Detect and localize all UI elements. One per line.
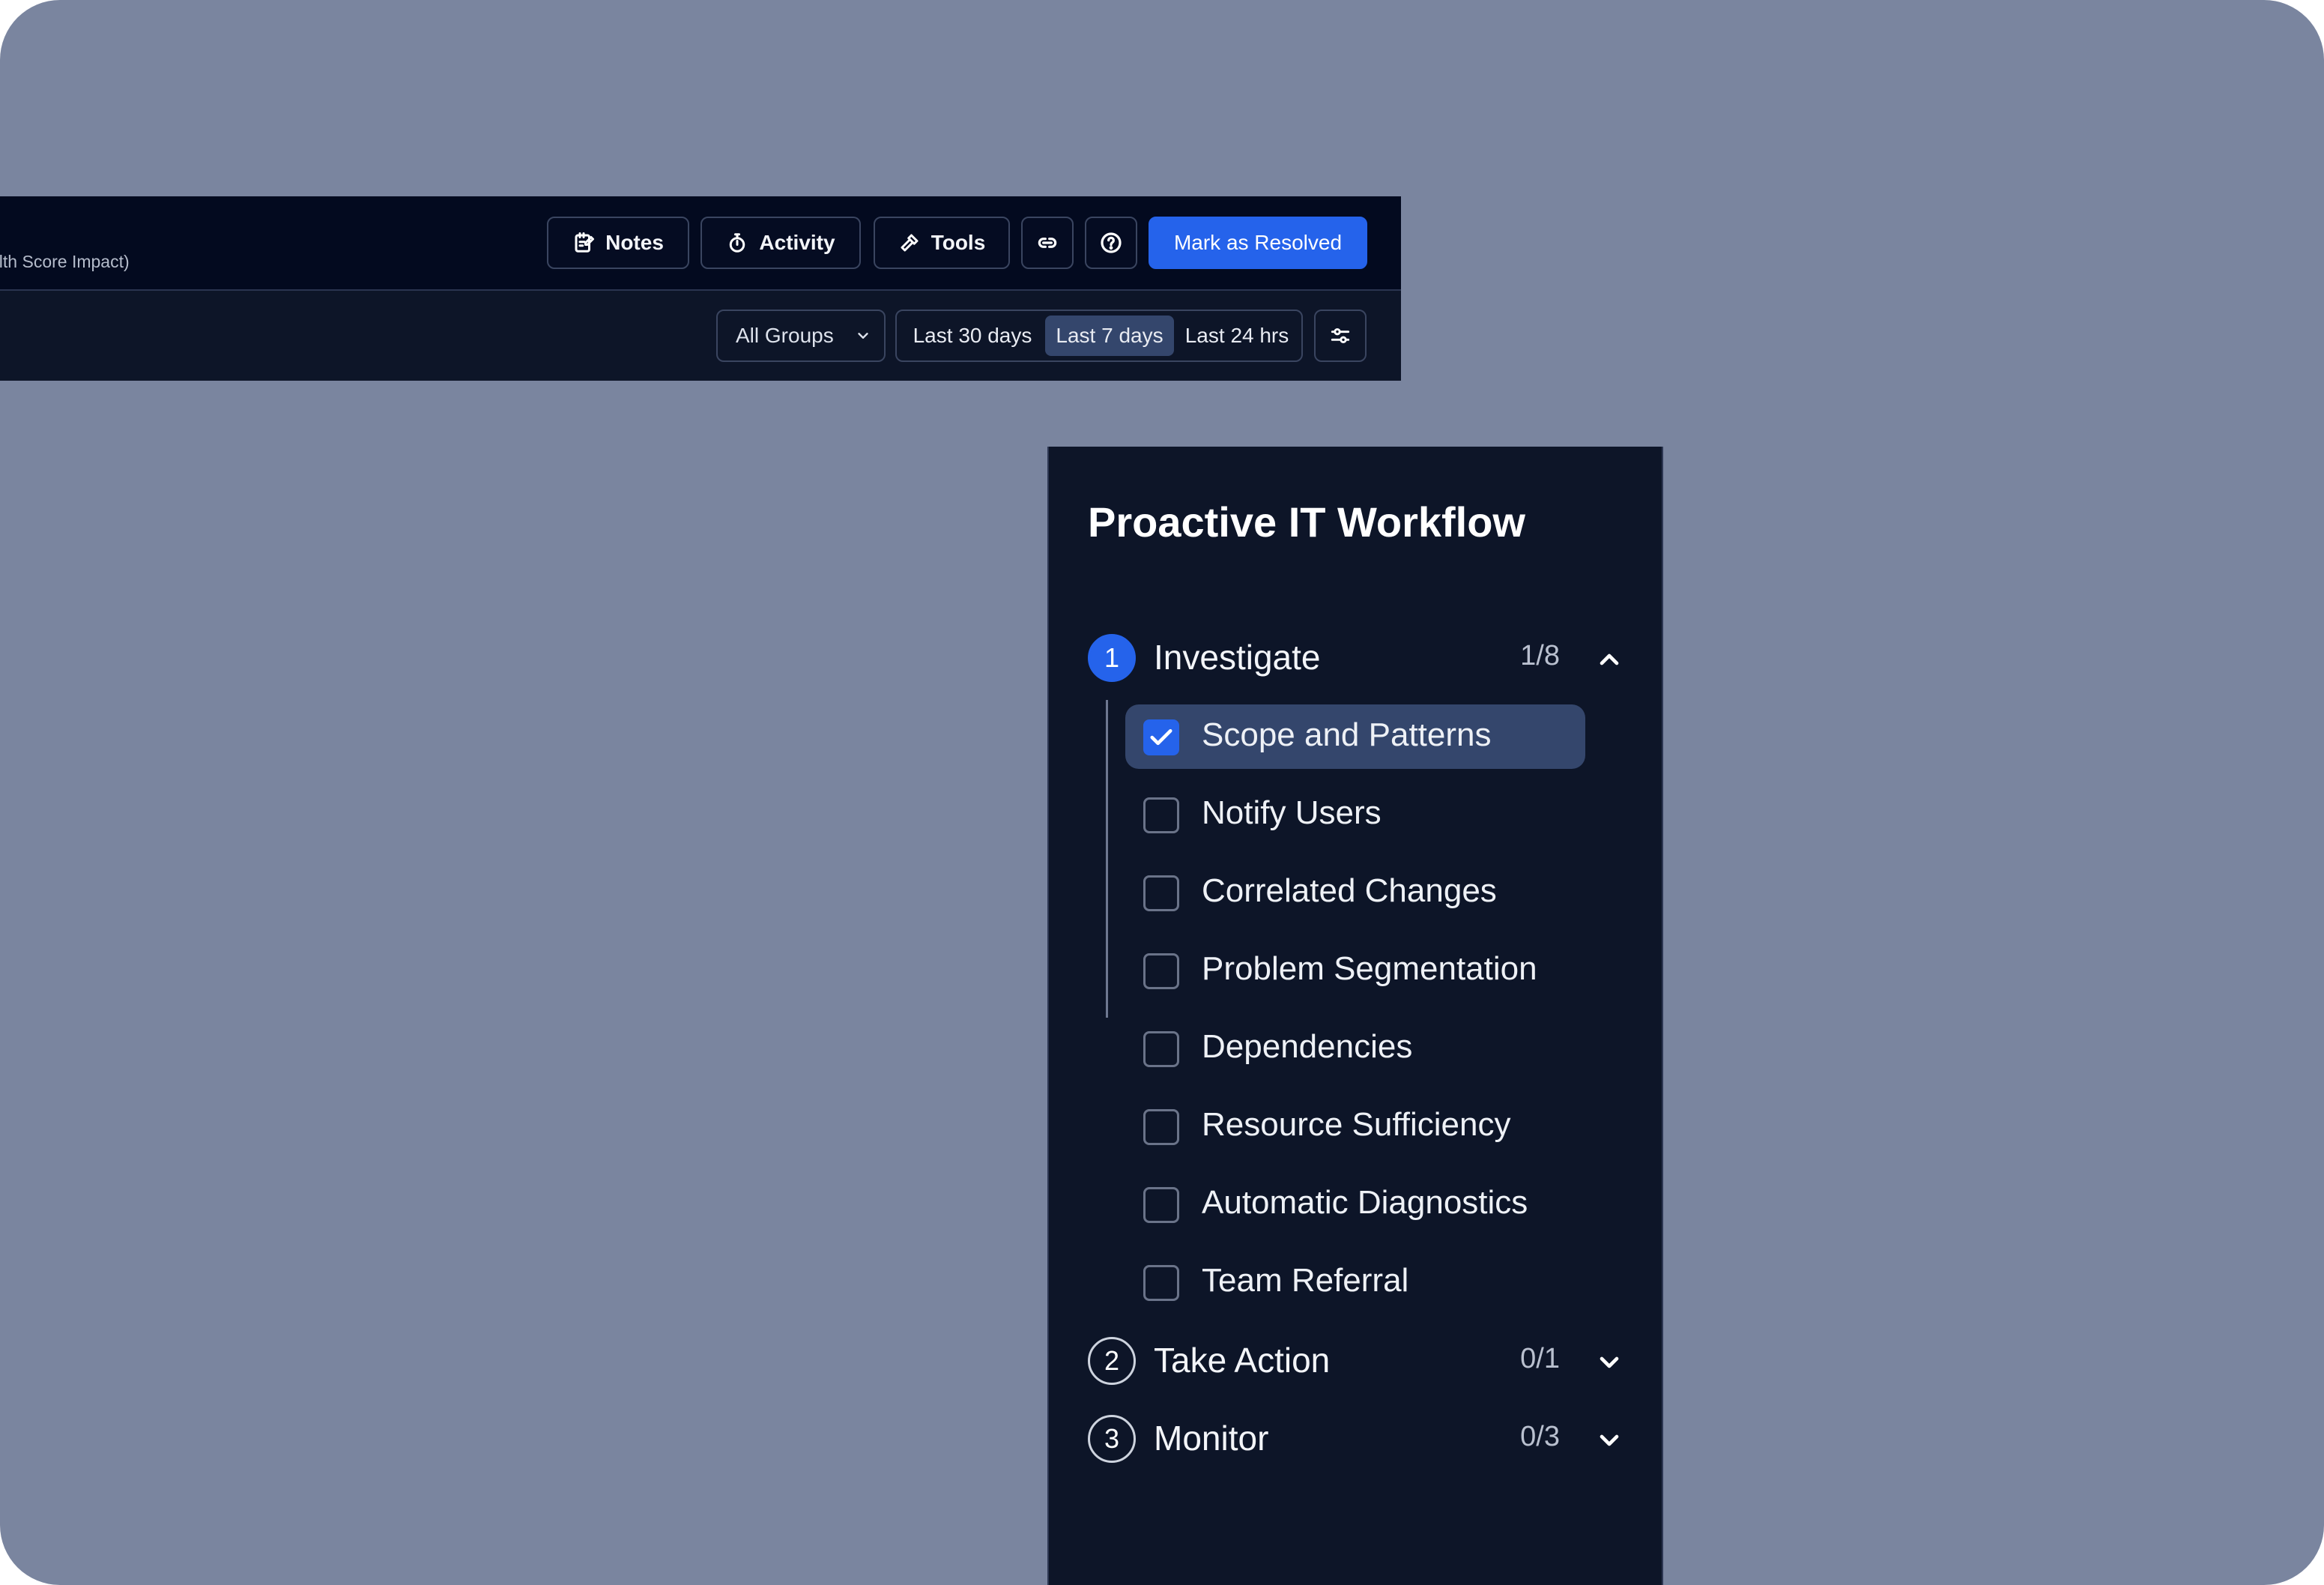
stage-progress: 1/8 [1520,640,1560,671]
link-icon [1038,238,1057,248]
task-checkbox[interactable] [1143,1265,1179,1301]
notes-icon [575,232,595,253]
range-last-30-days[interactable]: Last 30 days [901,316,1044,356]
link-button[interactable] [1021,217,1074,269]
stage-number: 2 [1088,1337,1136,1385]
workflow-panel: Proactive IT Workflow 1 Investigate 1/8 … [1047,447,1663,1585]
chevron-down-icon[interactable] [1594,1347,1624,1377]
stage-label: Monitor [1154,1419,1269,1458]
workflow-title: Proactive IT Workflow [1088,498,1525,546]
stage-number: 3 [1088,1415,1136,1463]
task-label: Resource Sufficiency [1202,1106,1511,1143]
task-label: Team Referral [1202,1262,1409,1299]
task-dependencies[interactable]: Dependencies [1125,1016,1585,1081]
task-resource-sufficiency[interactable]: Resource Sufficiency [1125,1094,1585,1159]
tools-label: Tools [930,231,986,254]
task-label: Scope and Patterns [1202,716,1492,753]
task-checkbox[interactable] [1143,797,1179,833]
stage-take-action[interactable]: 2 Take Action 0/1 [1088,1337,1627,1388]
stage-investigate[interactable]: 1 Investigate 1/8 [1088,634,1627,685]
chevron-down-icon [858,333,868,339]
header-bar: alth Score Impact) Notes Activity Tools … [0,196,1401,291]
activity-label: Activity [759,231,835,254]
task-checkbox[interactable] [1143,1109,1179,1145]
task-correlated-changes[interactable]: Correlated Changes [1125,860,1585,925]
task-label: Problem Segmentation [1202,950,1537,987]
notes-label: Notes [605,231,664,254]
task-notify-users[interactable]: Notify Users [1125,782,1585,847]
stage-label: Investigate [1154,638,1321,677]
checkmark-icon [1150,728,1172,746]
stage-number: 1 [1088,634,1136,682]
stage-label: Take Action [1154,1341,1331,1380]
task-label: Correlated Changes [1202,872,1497,909]
help-circle-icon [1101,232,1122,253]
stopwatch-icon [730,233,745,253]
filter-settings-button[interactable] [1314,310,1367,362]
task-label: Dependencies [1202,1028,1413,1065]
chevron-down-icon[interactable] [1594,1425,1624,1455]
task-label: Notify Users [1202,794,1382,831]
header-subtitle: alth Score Impact) [0,252,130,271]
task-problem-segmentation[interactable]: Problem Segmentation [1125,938,1585,1003]
sliders-icon [1331,327,1350,344]
groups-select[interactable]: All Groups [716,310,886,362]
task-checkbox[interactable] [1143,1031,1179,1067]
activity-button[interactable]: Activity [700,217,861,269]
canvas: alth Score Impact) Notes Activity Tools … [0,0,2324,1585]
notes-button[interactable]: Notes [547,217,689,269]
stage-progress: 0/1 [1520,1343,1560,1374]
date-range-toggle: Last 30 days Last 7 days Last 24 hrs [895,310,1303,362]
task-checkbox[interactable] [1143,719,1179,755]
task-automatic-diagnostics[interactable]: Automatic Diagnostics [1125,1172,1585,1237]
task-label: Automatic Diagnostics [1202,1184,1528,1221]
task-team-referral[interactable]: Team Referral [1125,1250,1585,1314]
range-last-24-hrs[interactable]: Last 24 hrs [1175,316,1298,356]
task-checkbox[interactable] [1143,1187,1179,1223]
mark-resolved-button[interactable]: Mark as Resolved [1149,217,1367,269]
hammer-icon [901,234,919,252]
task-scope-and-patterns[interactable]: Scope and Patterns [1125,704,1585,769]
tools-button[interactable]: Tools [874,217,1010,269]
range-last-7-days[interactable]: Last 7 days [1045,316,1174,356]
toolbar-panel: alth Score Impact) Notes Activity Tools … [0,196,1401,381]
task-checkbox[interactable] [1143,953,1179,989]
stage-monitor[interactable]: 3 Monitor 0/3 [1088,1415,1627,1466]
tree-connector [1106,700,1108,1018]
help-button[interactable] [1085,217,1137,269]
stage-progress: 0/3 [1520,1421,1560,1452]
chevron-up-icon[interactable] [1594,644,1624,674]
groups-select-value: All Groups [736,324,834,347]
task-checkbox[interactable] [1143,875,1179,911]
